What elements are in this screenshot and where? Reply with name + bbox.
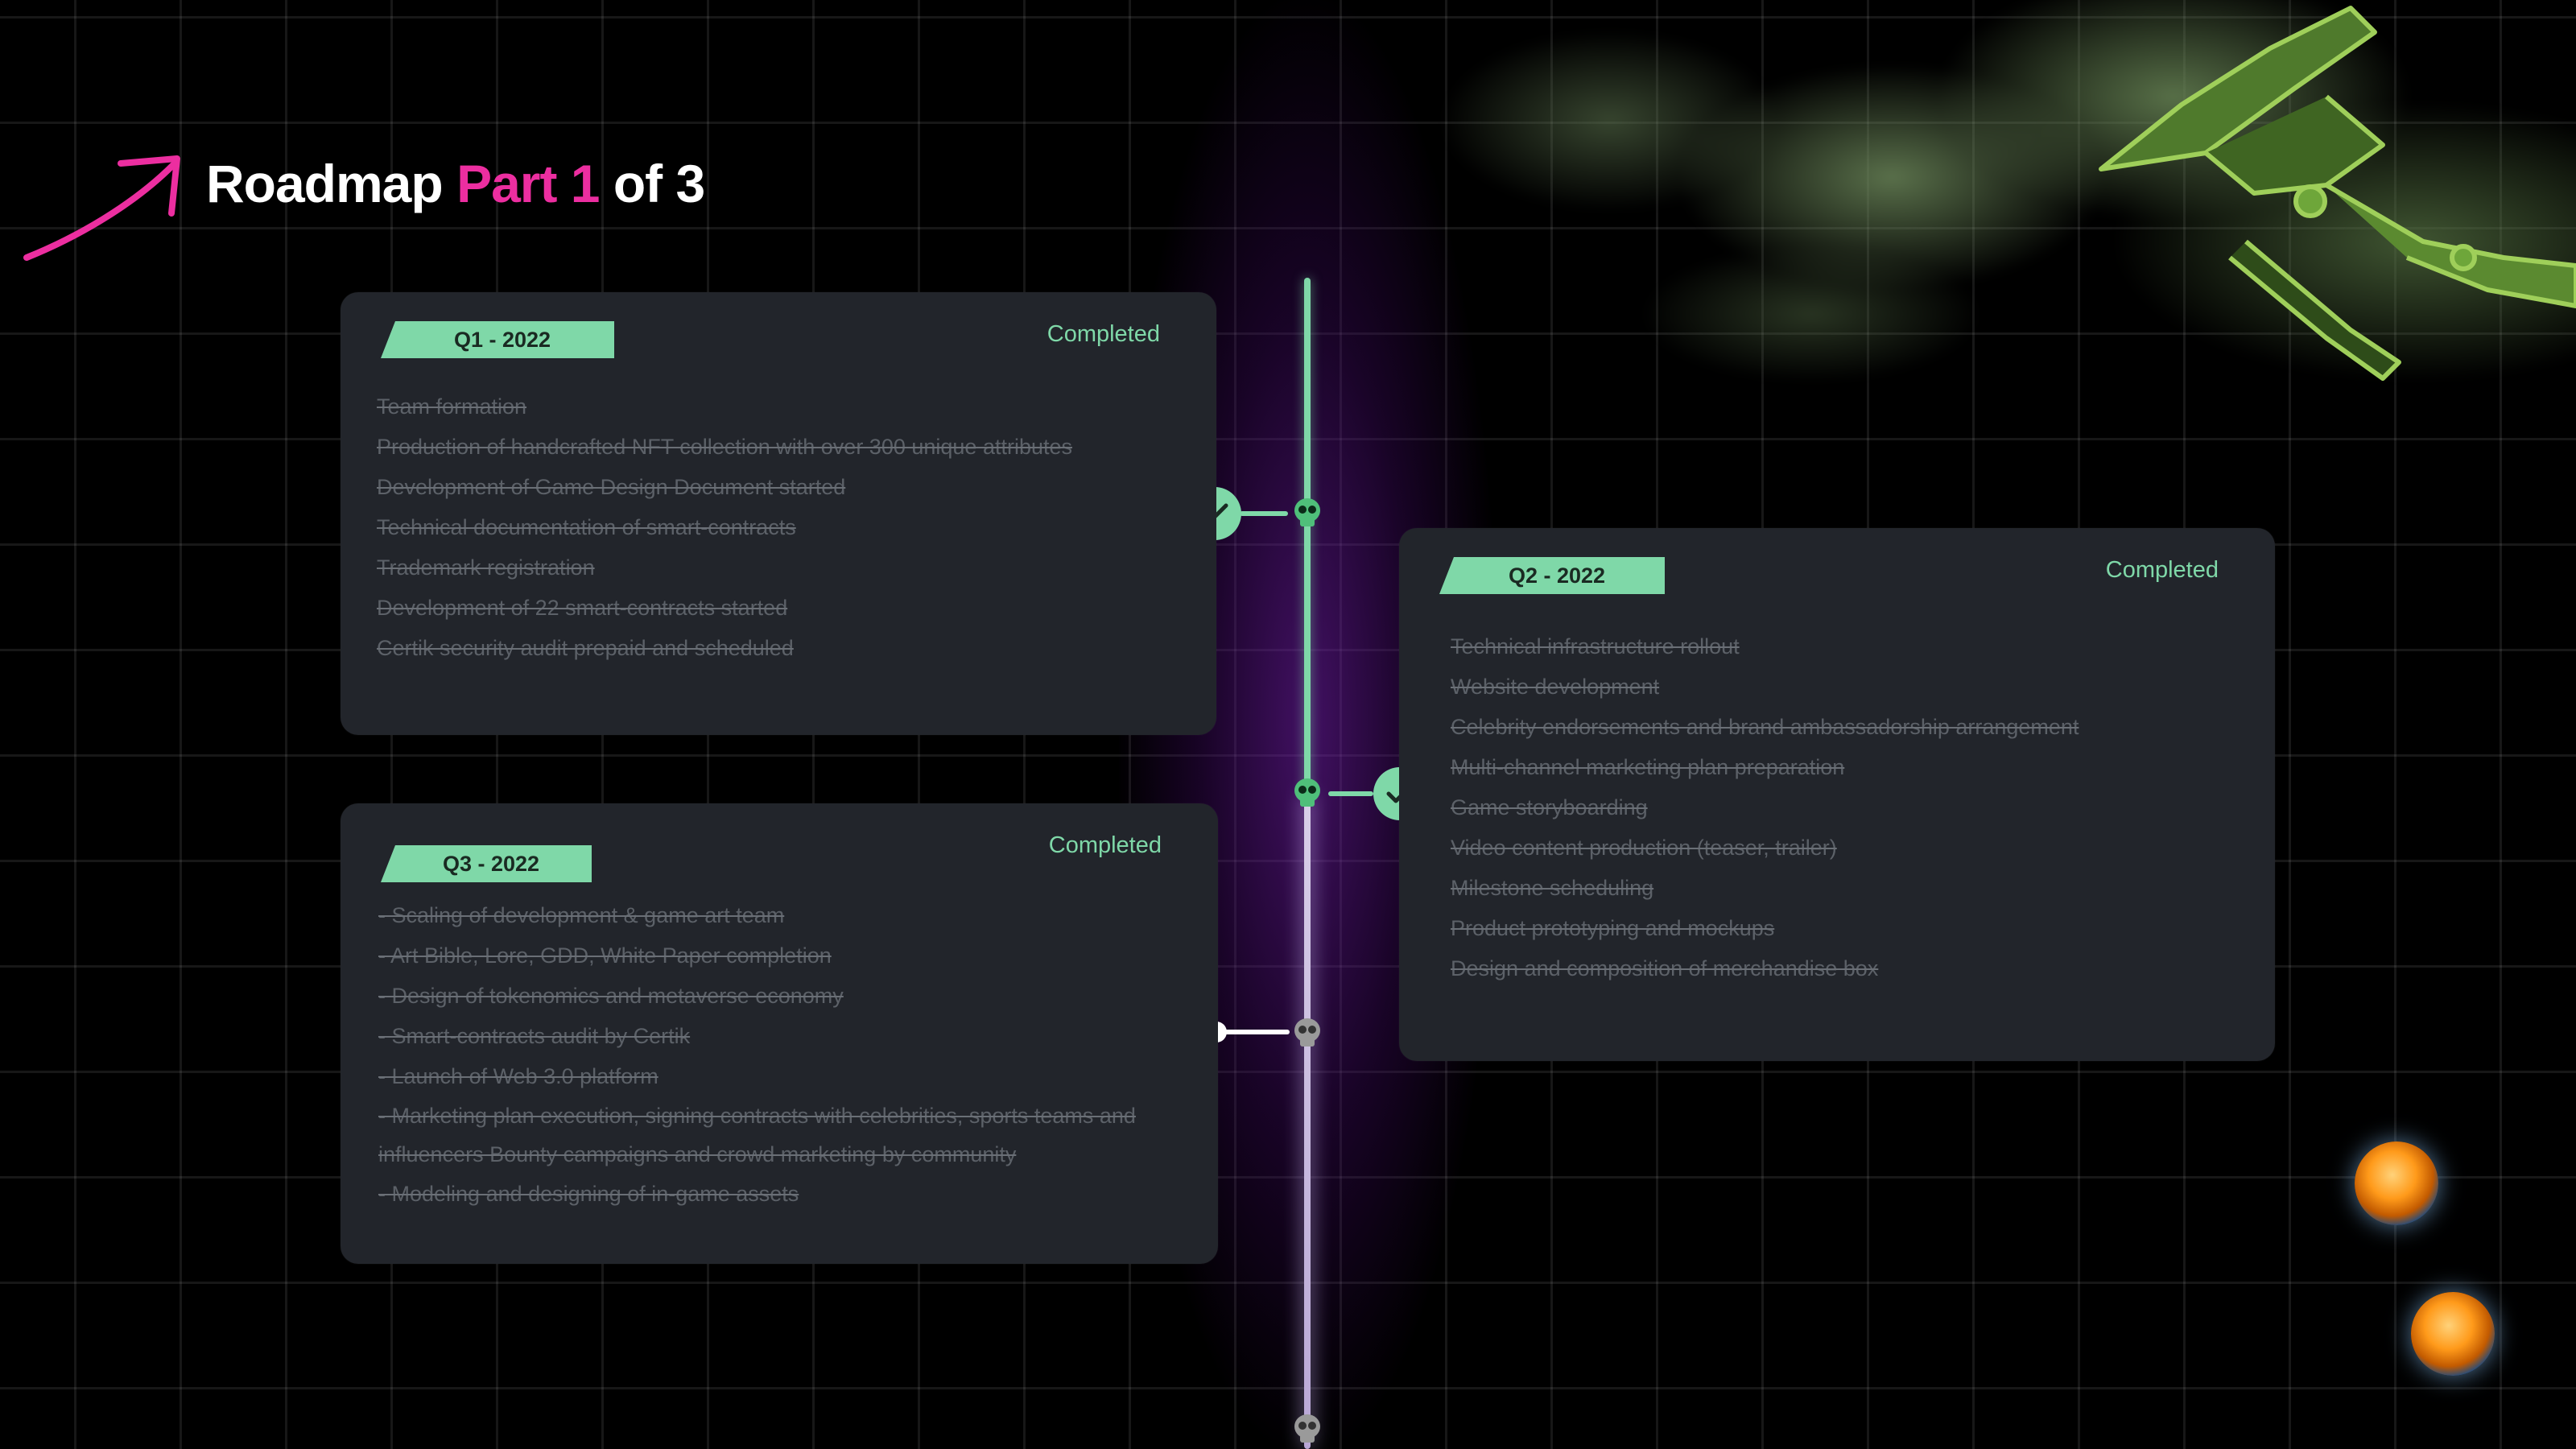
list-item: Trademark registration [377, 555, 595, 580]
roadmap-card-q3: Q3 - 2022 Completed - Scaling of develop… [341, 803, 1218, 1264]
list-item: Milestone scheduling [1451, 876, 1654, 900]
list-item: Production of handcrafted NFT collection… [377, 435, 1072, 459]
title-start: Roadmap [206, 154, 444, 213]
roadmap-card-q1: Q1 - 2022 Completed Team formation Produ… [341, 292, 1216, 735]
status-label: Completed [2105, 557, 2219, 583]
skull-icon [1294, 778, 1320, 807]
connector-q3 [1224, 1030, 1290, 1034]
milestone-list: Technical infrastructure rollout Website… [1451, 626, 2079, 989]
list-item: Product prototyping and mockups [1451, 916, 1775, 940]
orb-icon [2355, 1141, 2438, 1225]
list-item: Certik security audit prepaid and schedu… [377, 636, 794, 660]
title-accent: Part 1 [456, 154, 600, 213]
skull-icon [1294, 1018, 1320, 1046]
list-item: - Marketing plan execution, signing cont… [378, 1104, 1136, 1166]
drone-illustration [2099, 6, 2576, 381]
list-item: Design and composition of merchandise bo… [1451, 956, 1879, 980]
list-item: - Smart-contracts audit by Certik [378, 1024, 691, 1048]
list-item: Celebrity endorsements and brand ambassa… [1451, 715, 2079, 739]
list-item: Technical infrastructure rollout [1451, 634, 1740, 658]
list-item: Team formation [377, 394, 527, 419]
skull-icon [1294, 1414, 1320, 1443]
list-item: Video content production (teaser, traile… [1451, 836, 1837, 860]
quarter-tag: Q2 - 2022 [1439, 557, 1665, 594]
connector-q1 [1240, 511, 1288, 516]
orb-icon [2411, 1292, 2495, 1376]
connector-q2 [1328, 791, 1373, 796]
skull-icon [1294, 498, 1320, 526]
list-item: Game storyboarding [1451, 795, 1648, 819]
arrow-icon [23, 155, 180, 261]
list-item: - Scaling of development & game art team [378, 903, 785, 927]
list-item: Development of Game Design Document star… [377, 475, 846, 499]
page-title: Roadmap Part 1 of 3 [206, 153, 705, 214]
status-label: Completed [1046, 321, 1160, 347]
list-item: Technical documentation of smart-contrac… [377, 515, 796, 539]
list-item: - Modeling and designing of in-game asse… [378, 1182, 799, 1206]
quarter-tag: Q1 - 2022 [381, 321, 614, 358]
list-item: - Design of tokenomics and metaverse eco… [378, 984, 844, 1008]
timeline-pending-line [1304, 793, 1311, 1449]
status-label: Completed [1048, 832, 1162, 858]
list-item: Website development [1451, 675, 1660, 699]
list-item: Development of 22 smart-contracts starte… [377, 596, 788, 620]
list-item: - Launch of Web 3.0 platform [378, 1064, 658, 1088]
list-item: - Art Bible, Lore, GDD, White Paper comp… [378, 943, 832, 968]
list-item: Multi-channel marketing plan preparation [1451, 755, 1845, 779]
title-end: of 3 [613, 154, 705, 213]
roadmap-card-q2: Q2 - 2022 Completed Technical infrastruc… [1399, 528, 2275, 1061]
quarter-tag: Q3 - 2022 [381, 845, 592, 882]
milestone-list: Team formation Production of handcrafted… [377, 386, 1072, 668]
timeline-completed-line [1304, 278, 1311, 793]
milestone-list: - Scaling of development & game art team… [378, 895, 1191, 1214]
